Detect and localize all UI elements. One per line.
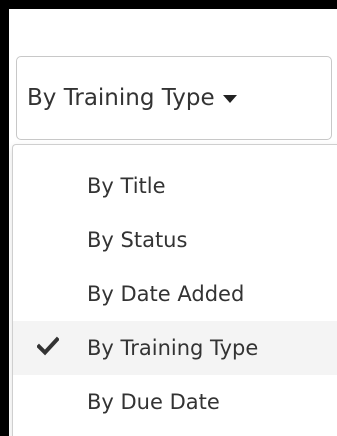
sort-option-label: By Date Added [87,282,245,306]
sort-option-label: By Status [87,228,188,252]
sort-option-by-title[interactable]: By Title [13,159,337,213]
sort-option-label: By Training Type [87,336,259,360]
sort-dropdown-menu: By Title By Status By Date Added By Trai… [12,144,337,436]
sort-dropdown-label: By Training Type [27,85,215,111]
sort-option-by-date-added[interactable]: By Date Added [13,267,337,321]
page-canvas: By Training Type By Title By Status By D… [9,9,337,436]
checkmark-icon [37,336,59,356]
sort-option-by-status[interactable]: By Status [13,213,337,267]
sort-option-label: By Title [87,174,166,198]
sort-option-by-due-date[interactable]: By Due Date [13,375,337,429]
sort-option-by-training-type[interactable]: By Training Type [13,321,337,375]
sort-option-label: By Due Date [87,390,220,414]
caret-down-icon [222,94,237,103]
sort-dropdown-button[interactable]: By Training Type [16,56,332,140]
